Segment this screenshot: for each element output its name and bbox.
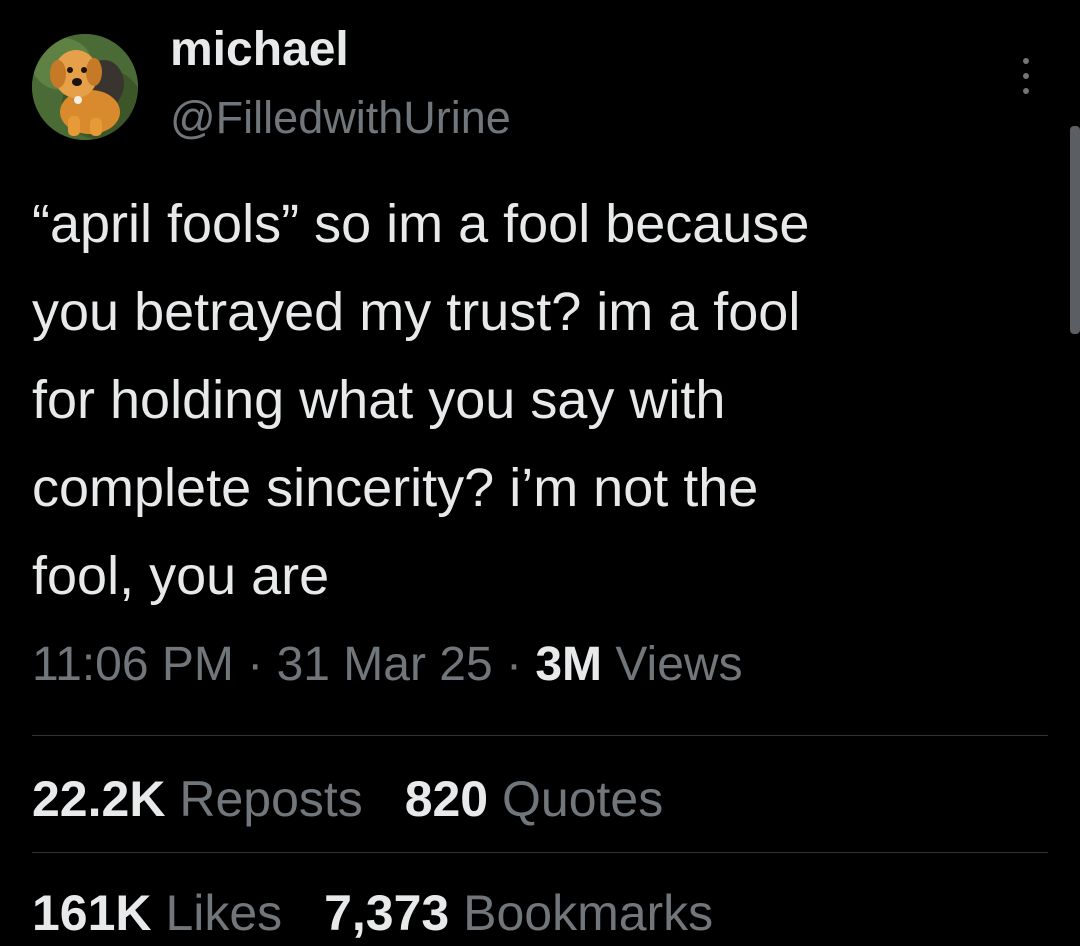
stats-row-likes: 161K Likes 7,373 Bookmarks <box>32 880 741 946</box>
divider <box>32 735 1048 736</box>
reposts-count: 22.2K <box>32 771 166 827</box>
quotes-stat[interactable]: 820 Quotes <box>405 766 664 832</box>
likes-count: 161K <box>32 885 152 941</box>
quotes-count: 820 <box>404 771 489 827</box>
views-label: Views <box>615 638 743 691</box>
stats-row-engagement: 22.2K Reposts 820 Quotes <box>32 766 691 832</box>
tweet-time[interactable]: 11:06 PM <box>32 638 234 691</box>
plush-dog-avatar-icon <box>32 34 138 140</box>
author-display-name[interactable]: michael <box>170 22 349 78</box>
more-dot <box>1023 58 1029 64</box>
meta-separator: · <box>247 638 264 691</box>
likes-label: Likes <box>165 885 283 941</box>
tweet-detail: michael @FilledwithUrine “april fools” s… <box>0 0 1080 944</box>
more-options-icon[interactable] <box>1006 58 1046 94</box>
author-handle[interactable]: @FilledwithUrine <box>170 92 511 144</box>
bookmarks-stat[interactable]: 7,373 Bookmarks <box>324 880 713 946</box>
quotes-label: Quotes <box>502 771 664 827</box>
reposts-label: Reposts <box>179 771 363 827</box>
divider <box>32 852 1048 853</box>
more-dot <box>1023 73 1029 79</box>
bookmarks-label: Bookmarks <box>463 885 714 941</box>
views-count: 3M <box>535 638 603 691</box>
meta-separator: · <box>506 638 523 691</box>
tweet-text: “april fools” so im a fool because you b… <box>32 194 810 606</box>
more-dot <box>1023 88 1029 94</box>
scrollbar[interactable] <box>1070 126 1080 334</box>
tweet-date[interactable]: 31 Mar 25 <box>277 638 493 691</box>
avatar[interactable] <box>32 34 138 140</box>
bookmarks-count: 7,373 <box>324 885 450 941</box>
tweet-meta: 11:06 PM · 31 Mar 25 · 3M Views <box>32 632 743 698</box>
likes-stat[interactable]: 161K Likes <box>32 880 282 946</box>
reposts-stat[interactable]: 22.2K Reposts <box>32 766 363 832</box>
